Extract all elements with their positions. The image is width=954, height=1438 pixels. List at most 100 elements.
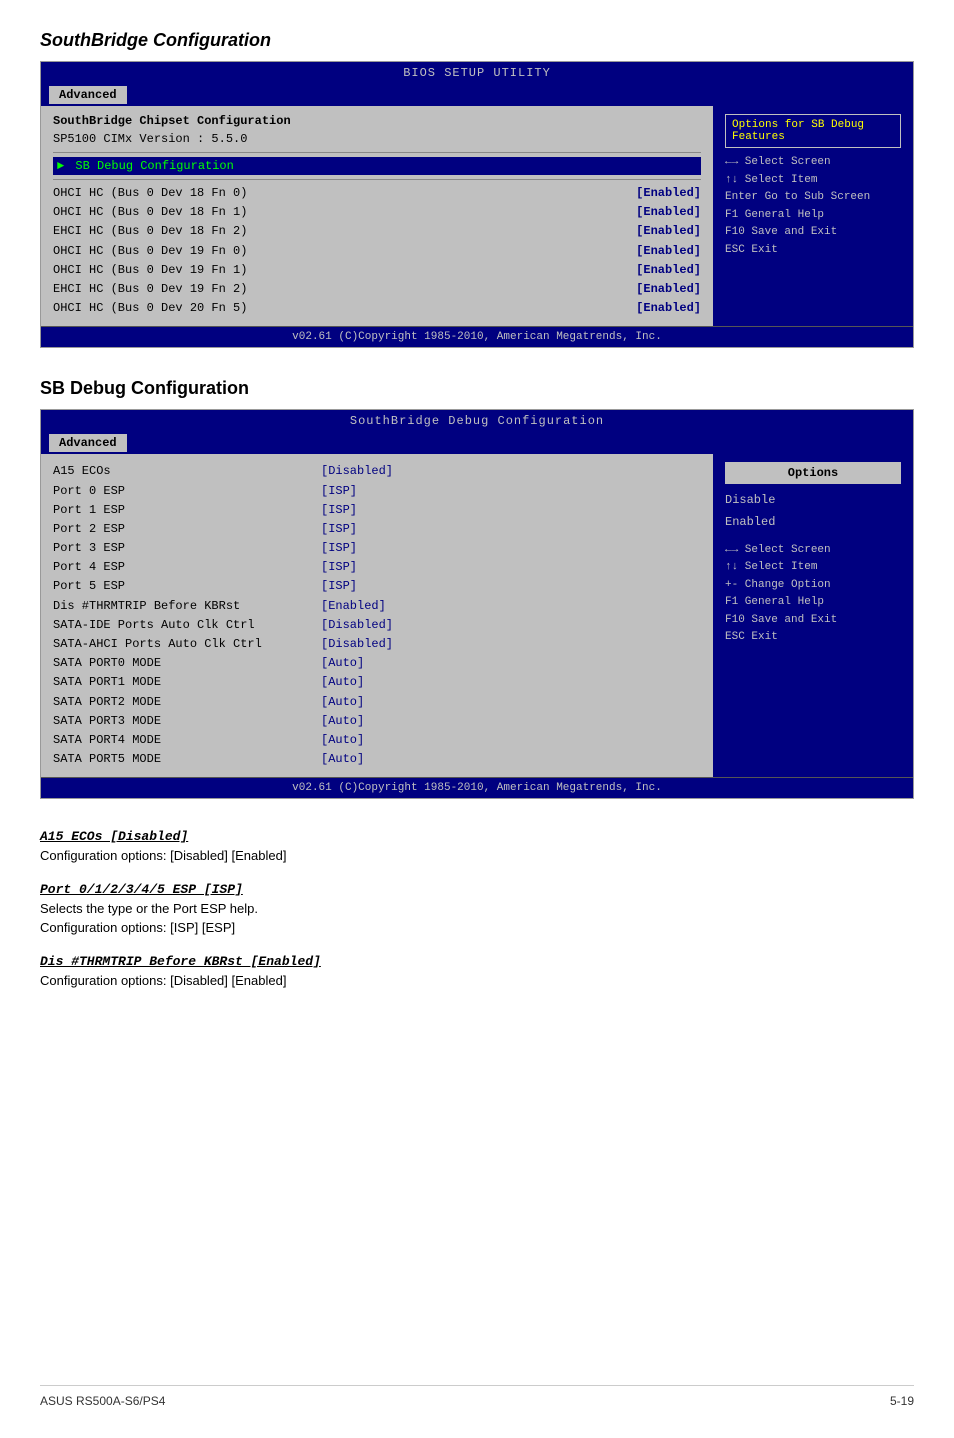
device-name: OHCI HC (Bus 0 Dev 19 Fn 0) bbox=[53, 242, 607, 261]
device-row: OHCI HC (Bus 0 Dev 19 Fn 1) [Enabled] bbox=[53, 261, 701, 280]
sb-device-value: [ISP] bbox=[321, 501, 357, 520]
device-name: EHCI HC (Bus 0 Dev 18 Fn 2) bbox=[53, 222, 607, 241]
sb-device-name: SATA PORT1 MODE bbox=[53, 673, 313, 692]
desc-line: Configuration options: [Disabled] [Enabl… bbox=[40, 846, 914, 866]
device-value: [Enabled] bbox=[615, 280, 701, 299]
device-value: [Enabled] bbox=[615, 242, 701, 261]
sb-device-value: [Disabled] bbox=[321, 616, 393, 635]
sb-device-list: A15 ECOs[Disabled]Port 0 ESP[ISP]Port 1 … bbox=[53, 462, 701, 769]
sb-device-row: Dis #THRMTRIP Before KBRst [Enabled] bbox=[53, 597, 701, 616]
sb-device-name: SATA-IDE Ports Auto Clk Ctrl bbox=[53, 616, 313, 635]
bios-version: SP5100 CIMx Version : 5.5.0 bbox=[53, 132, 701, 146]
bios-content-1: SouthBridge Chipset Configuration SP5100… bbox=[41, 106, 913, 326]
sb-device-value: [ISP] bbox=[321, 558, 357, 577]
key-help-1: ←→ Select Screen↑↓ Select ItemEnter Go t… bbox=[725, 154, 901, 260]
sb-device-value: [ISP] bbox=[321, 482, 357, 501]
bios-tab-advanced-1[interactable]: Advanced bbox=[49, 86, 127, 104]
sb-device-row: SATA-IDE Ports Auto Clk Ctrl [Disabled] bbox=[53, 616, 701, 635]
sb-device-value: [ISP] bbox=[321, 539, 357, 558]
sb-device-name: Port 0 ESP bbox=[53, 482, 313, 501]
desc-title: A15 ECOs [Disabled] bbox=[40, 829, 914, 844]
sb-device-name: SATA PORT3 MODE bbox=[53, 712, 313, 731]
device-name: OHCI HC (Bus 0 Dev 18 Fn 0) bbox=[53, 184, 607, 203]
key-help-item: F1 General Help bbox=[725, 594, 901, 612]
sb-device-row: Port 0 ESP [ISP] bbox=[53, 482, 701, 501]
sb-device-row: SATA PORT4 MODE [Auto] bbox=[53, 731, 701, 750]
bios-tab-advanced-2[interactable]: Advanced bbox=[49, 434, 127, 452]
sb-device-name: SATA PORT4 MODE bbox=[53, 731, 313, 750]
key-help-item: ESC Exit bbox=[725, 242, 901, 260]
key-help-2: ←→ Select Screen↑↓ Select Item+- Change … bbox=[725, 542, 901, 648]
device-value: [Enabled] bbox=[615, 299, 701, 318]
footer-right: 5-19 bbox=[890, 1394, 914, 1408]
device-row: OHCI HC (Bus 0 Dev 20 Fn 5) [Enabled] bbox=[53, 299, 701, 318]
sb-device-row: Port 1 ESP [ISP] bbox=[53, 501, 701, 520]
device-value: [Enabled] bbox=[615, 222, 701, 241]
sb-device-name: SATA PORT0 MODE bbox=[53, 654, 313, 673]
sb-device-row: SATA PORT1 MODE [Auto] bbox=[53, 673, 701, 692]
device-row: OHCI HC (Bus 0 Dev 18 Fn 1) [Enabled] bbox=[53, 203, 701, 222]
sb-device-value: [ISP] bbox=[321, 520, 357, 539]
desc-block: Port 0/1/2/3/4/5 ESP [ISP]Selects the ty… bbox=[40, 882, 914, 938]
key-help-item: F10 Save and Exit bbox=[725, 224, 901, 242]
key-help-item: F10 Save and Exit bbox=[725, 612, 901, 630]
option-item: Enabled bbox=[725, 512, 901, 534]
options-list: DisableEnabled bbox=[725, 490, 901, 533]
sb-device-value: [Auto] bbox=[321, 731, 364, 750]
sb-device-name: SATA-AHCI Ports Auto Clk Ctrl bbox=[53, 635, 313, 654]
device-name: EHCI HC (Bus 0 Dev 19 Fn 2) bbox=[53, 280, 607, 299]
section1: SouthBridge Configuration BIOS SETUP UTI… bbox=[40, 30, 914, 348]
sb-device-row: SATA PORT3 MODE [Auto] bbox=[53, 712, 701, 731]
sb-device-row: A15 ECOs[Disabled] bbox=[53, 462, 701, 481]
sb-device-row: Port 3 ESP [ISP] bbox=[53, 539, 701, 558]
device-name: OHCI HC (Bus 0 Dev 20 Fn 5) bbox=[53, 299, 607, 318]
key-help-item: Enter Go to Sub Screen bbox=[725, 189, 901, 207]
right-label-1: Options for SB Debug Features bbox=[725, 114, 901, 148]
sb-device-value: [Auto] bbox=[321, 693, 364, 712]
bios-right-panel-1: Options for SB Debug Features ←→ Select … bbox=[713, 106, 913, 326]
bios-chipset-title: SouthBridge Chipset Configuration bbox=[53, 114, 701, 128]
bios-right-panel-2: Options DisableEnabled ←→ Select Screen↑… bbox=[713, 454, 913, 777]
desc-block: Dis #THRMTRIP Before KBRst [Enabled]Conf… bbox=[40, 954, 914, 991]
sb-device-name: SATA PORT2 MODE bbox=[53, 693, 313, 712]
sb-device-name: Port 2 ESP bbox=[53, 520, 313, 539]
sb-device-row: Port 4 ESP[ISP] bbox=[53, 558, 701, 577]
device-row: EHCI HC (Bus 0 Dev 19 Fn 2) [Enabled] bbox=[53, 280, 701, 299]
sb-debug-submenu[interactable]: ► SB Debug Configuration bbox=[53, 157, 701, 175]
sb-device-name: SATA PORT5 MODE bbox=[53, 750, 313, 769]
key-help-item: F1 General Help bbox=[725, 207, 901, 225]
sb-device-name: Port 3 ESP bbox=[53, 539, 313, 558]
device-value: [Enabled] bbox=[615, 184, 701, 203]
sb-device-value: [Disabled] bbox=[321, 635, 393, 654]
key-help-item: ←→ Select Screen bbox=[725, 542, 901, 560]
desc-block: A15 ECOs [Disabled] Configuration options… bbox=[40, 829, 914, 866]
right-options-label: Options bbox=[725, 462, 901, 484]
key-help-item: ESC Exit bbox=[725, 629, 901, 647]
sb-device-name: Port 1 ESP bbox=[53, 501, 313, 520]
key-help-item: ↑↓ Select Item bbox=[725, 559, 901, 577]
bios-left-panel-2: A15 ECOs[Disabled]Port 0 ESP[ISP]Port 1 … bbox=[41, 454, 713, 777]
key-help-item: +- Change Option bbox=[725, 577, 901, 595]
bios-tab-row-1: Advanced bbox=[41, 84, 913, 106]
section2: SB Debug Configuration SouthBridge Debug… bbox=[40, 378, 914, 990]
descriptions: A15 ECOs [Disabled] Configuration options… bbox=[40, 829, 914, 990]
device-name: OHCI HC (Bus 0 Dev 19 Fn 1) bbox=[53, 261, 607, 280]
bios-box-2: SouthBridge Debug Configuration Advanced… bbox=[40, 409, 914, 799]
sb-device-value: [Enabled] bbox=[321, 597, 386, 616]
sb-device-row: SATA-AHCI Ports Auto Clk Ctrl [Disabled] bbox=[53, 635, 701, 654]
desc-line: Configuration options: [Disabled] [Enabl… bbox=[40, 971, 914, 991]
section1-title: SouthBridge Configuration bbox=[40, 30, 914, 51]
bios-box-1: BIOS SETUP UTILITY Advanced SouthBridge … bbox=[40, 61, 914, 348]
desc-line: Configuration options: [ISP] [ESP] bbox=[40, 918, 914, 938]
device-name: OHCI HC (Bus 0 Dev 18 Fn 1) bbox=[53, 203, 607, 222]
bios-left-panel-1: SouthBridge Chipset Configuration SP5100… bbox=[41, 106, 713, 326]
sb-device-value: [Auto] bbox=[321, 673, 364, 692]
sb-device-name: A15 ECOs bbox=[53, 462, 313, 481]
submenu-arrow-icon: ► bbox=[57, 159, 71, 173]
sb-device-name: Dis #THRMTRIP Before KBRst bbox=[53, 597, 313, 616]
sb-device-value: [Auto] bbox=[321, 712, 364, 731]
option-item: Disable bbox=[725, 490, 901, 512]
sb-device-value: [Auto] bbox=[321, 654, 364, 673]
sb-device-row: Port 5 ESP[ISP] bbox=[53, 577, 701, 596]
key-help-item: ←→ Select Screen bbox=[725, 154, 901, 172]
